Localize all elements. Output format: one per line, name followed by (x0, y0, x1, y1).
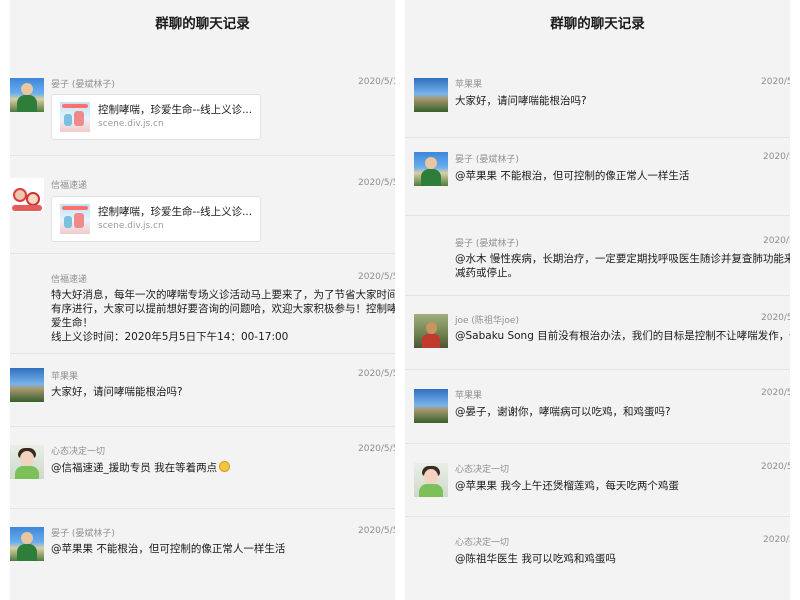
avatar[interactable] (10, 527, 44, 561)
link-url: scene.div.js.cn (98, 221, 164, 231)
message-time: 2020/5/5 (358, 444, 395, 454)
message-time: 2020/5 (763, 236, 790, 246)
panel-title: 群聊的聊天记录 (405, 0, 790, 48)
avatar[interactable] (414, 463, 448, 497)
link-url: scene.div.js.cn (98, 119, 164, 129)
sender-name: 晏子 (晏斌林子) (455, 155, 519, 165)
sender-name: 苹果果 (455, 391, 483, 401)
message-time: 2020/5 (761, 77, 790, 87)
sender-name: 心态决定一切 (455, 538, 510, 548)
chat-history-panel-left: 群聊的聊天记录 晏子 (晏斌林子) 2020/5/1 控制哮喘，珍爱生命--线上… (10, 0, 395, 600)
message-text: 大家好，请问哮喘能根治吗? (51, 386, 183, 398)
sender-name: 信福速递 (51, 181, 88, 191)
message-item: 信福速递 2020/5/5 特大好消息，每年一次的哮喘专场义诊活动马上要来了，为… (10, 254, 395, 354)
sender-name: joe (陈祖华joe) (455, 316, 519, 326)
message-text-line: 线上义诊时间：2020年5月5日下午14：00-17:00 (51, 331, 289, 343)
avatar[interactable] (10, 178, 44, 212)
message-text: @陈祖华医生 我可以吃鸡和鸡蛋吗 (455, 553, 616, 565)
avatar[interactable] (10, 78, 44, 112)
message-time: 2020/5 (763, 535, 790, 545)
message-item: 苹果果 2020/5 @晏子，谢谢你，哮喘病可以吃鸡，和鸡蛋吗? (405, 370, 790, 444)
sender-name: 信福速递 (51, 275, 88, 285)
message-time: 2020/5/5 (358, 526, 395, 536)
message-item: 晏子 (晏斌林子) 2020/5/1 控制哮喘，珍爱生命--线上义诊... sc… (10, 48, 395, 156)
sender-name: 苹果果 (455, 80, 483, 90)
message-text-line: @水木 慢性疾病，长期治疗，一定要定期找呼吸医生随诊并复查肺功能来决定 (455, 253, 790, 265)
message-item: joe (陈祖华joe) 2020/5 @Sabaku Song 目前没有根治办… (405, 296, 790, 370)
avatar[interactable] (10, 445, 44, 479)
message-item: 心态决定一切 2020/5/5 @信福速递_援助专员 我在等着两点 (10, 427, 395, 509)
sender-name: 苹果果 (51, 372, 79, 382)
link-thumbnail (60, 102, 90, 132)
panel-title: 群聊的聊天记录 (10, 0, 395, 48)
message-text-line: 有序进行，大家可以提前想好要咨询的问题哈，欢迎大家积极参与！控制哮喘, (51, 303, 395, 315)
message-time: 2020/5/5 (358, 272, 395, 282)
message-text: @Sabaku Song 目前没有根治办法，我们的目标是控制不让哮喘发作，保护肺 (455, 330, 790, 342)
message-list: 晏子 (晏斌林子) 2020/5/1 控制哮喘，珍爱生命--线上义诊... sc… (10, 48, 395, 589)
message-item: 心态决定一切 2020/5 @陈祖华医生 我可以吃鸡和鸡蛋吗 (405, 517, 790, 592)
message-item: 晏子 (晏斌林子) 2020/5 @苹果果 不能根治，但可控制的像正常人一样生活 (405, 138, 790, 216)
link-title: 控制哮喘，珍爱生命--线上义诊... (98, 104, 253, 116)
link-card[interactable]: 控制哮喘，珍爱生命--线上义诊... scene.div.js.cn (51, 94, 261, 140)
link-thumbnail (60, 204, 90, 234)
message-item: 苹果果 2020/5/5 大家好，请问哮喘能根治吗? (10, 354, 395, 427)
avatar[interactable] (414, 314, 448, 348)
message-time: 2020/5 (761, 462, 790, 472)
message-text-line: 特大好消息，每年一次的哮喘专场义诊活动马上要来了，为了节省大家时间让 (51, 289, 395, 301)
message-text-line: 爱生命！ (51, 317, 93, 329)
message-item: 苹果果 2020/5 大家好，请问哮喘能根治吗? (405, 48, 790, 138)
message-time: 2020/5 (761, 313, 790, 323)
sender-name: 晏子 (晏斌林子) (455, 239, 519, 249)
message-time: 2020/5/5 (358, 178, 395, 188)
sender-name: 晏子 (晏斌林子) (51, 529, 115, 539)
message-text-line: 减药或停止。 (455, 267, 518, 279)
message-item: 信福速递 2020/5/5 控制哮喘，珍爱生命--线上义诊... scene.d… (10, 156, 395, 254)
message-time: 2020/5/5 (358, 369, 395, 379)
message-time: 2020/5/1 (358, 77, 395, 87)
message-item: 心态决定一切 2020/5 @苹果果 我今上午还煲榴莲鸡，每天吃两个鸡蛋 (405, 444, 790, 517)
chat-history-panel-right: 群聊的聊天记录 苹果果 2020/5 大家好，请问哮喘能根治吗? 晏子 (晏斌林… (405, 0, 790, 600)
sender-name: 心态决定一切 (455, 465, 510, 475)
message-text: @晏子，谢谢你，哮喘病可以吃鸡，和鸡蛋吗? (455, 406, 671, 418)
avatar[interactable] (10, 368, 44, 402)
avatar[interactable] (414, 389, 448, 423)
message-time: 2020/5 (763, 152, 790, 162)
link-title: 控制哮喘，珍爱生命--线上义诊... (98, 206, 253, 218)
message-text: 大家好，请问哮喘能根治吗? (455, 95, 587, 107)
message-list: 苹果果 2020/5 大家好，请问哮喘能根治吗? 晏子 (晏斌林子) 2020/… (405, 48, 790, 592)
message-time: 2020/5 (761, 388, 790, 398)
smiling-face-icon (219, 461, 231, 472)
sender-name: 晏子 (晏斌林子) (51, 80, 115, 90)
avatar[interactable] (414, 78, 448, 112)
message-item: 晏子 (晏斌林子) 2020/5 @水木 慢性疾病，长期治疗，一定要定期找呼吸医… (405, 216, 790, 296)
message-item: 晏子 (晏斌林子) 2020/5/5 @苹果果 不能根治，但可控制的像正常人一样… (10, 509, 395, 589)
link-card[interactable]: 控制哮喘，珍爱生命--线上义诊... scene.div.js.cn (51, 196, 261, 242)
message-text: @信福速递_援助专员 我在等着两点 (51, 461, 231, 475)
message-text-content: @信福速递_援助专员 我在等着两点 (51, 462, 218, 474)
avatar[interactable] (414, 152, 448, 186)
message-text: @苹果果 我今上午还煲榴莲鸡，每天吃两个鸡蛋 (455, 480, 679, 492)
message-text: @苹果果 不能根治，但可控制的像正常人一样生活 (51, 543, 286, 555)
message-text: @苹果果 不能根治，但可控制的像正常人一样生活 (455, 170, 690, 182)
sender-name: 心态决定一切 (51, 447, 106, 457)
